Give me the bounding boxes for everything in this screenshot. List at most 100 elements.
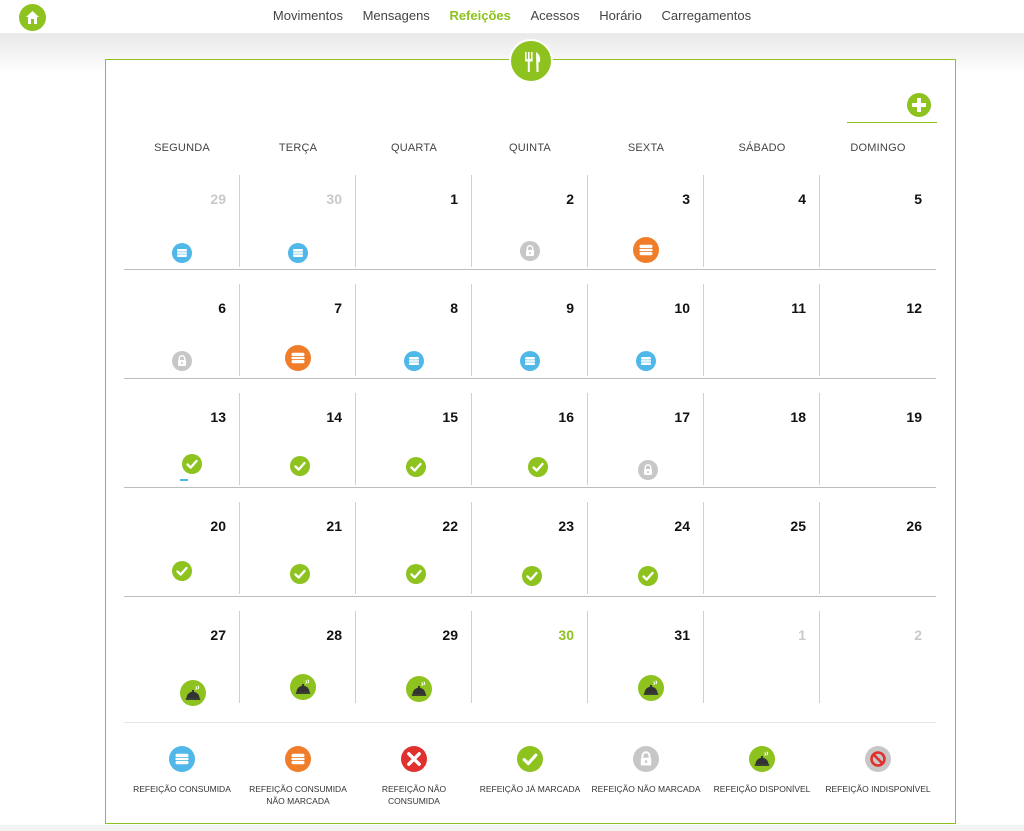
meal-marked-icon[interactable]	[528, 457, 548, 477]
calendar-day-cell[interactable]: 5	[820, 175, 936, 267]
day-number: 4	[798, 191, 806, 207]
calendar-day-cell[interactable]: 6	[124, 284, 240, 376]
calendar-day-cell[interactable]: 2	[820, 611, 936, 703]
meal-marked-icon[interactable]	[182, 454, 202, 474]
calendar-day-cell[interactable]: 31	[588, 611, 704, 703]
calendar-day-cell[interactable]: 27	[124, 611, 240, 706]
calendar-day-cell[interactable]: 18	[704, 393, 820, 485]
day-number: 20	[210, 518, 226, 534]
nav-acessos[interactable]: Acessos	[530, 8, 579, 23]
calendar-day-cell[interactable]: 3	[588, 175, 704, 267]
nav-refeicoes[interactable]: Refeições	[449, 8, 510, 23]
meal-not-marked-lock-icon[interactable]	[172, 351, 192, 371]
day-number: 31	[674, 627, 690, 643]
calendar-day-cell[interactable]: 25	[704, 502, 820, 594]
calendar-day-cell[interactable]: 21	[240, 502, 356, 594]
weekday-header: QUINTA	[509, 142, 551, 154]
calendar-day-cell[interactable]: 19	[820, 393, 936, 485]
meal-not-marked-lock-icon[interactable]	[520, 241, 540, 261]
calendar-day-cell[interactable]: 2	[472, 175, 588, 267]
legend-label: REFEIÇÃO CONSUMIDA NÃO MARCADA	[249, 784, 347, 806]
nav-horario[interactable]: Horário	[599, 8, 642, 23]
meal-consumed-not-marked-icon[interactable]	[633, 237, 659, 263]
legend-item: REFEIÇÃO JÁ MARCADA	[472, 746, 588, 795]
calendar-day-cell[interactable]: 17	[588, 393, 704, 485]
day-number: 1	[798, 627, 806, 643]
top-navigation-bar: Movimentos Mensagens Refeições Acessos H…	[0, 0, 1024, 34]
legend-label: REFEIÇÃO NÃO CONSUMIDA	[381, 784, 447, 806]
meal-consumed-icon[interactable]	[172, 243, 192, 263]
day-number: 19	[906, 409, 922, 425]
calendar-day-cell[interactable]: 1	[704, 611, 820, 703]
day-number: 21	[326, 518, 342, 534]
day-number: 26	[906, 518, 922, 534]
calendar-day-cell[interactable]: 8	[356, 284, 472, 376]
meal-consumed-not-marked-icon[interactable]	[285, 345, 311, 371]
add-underline	[847, 122, 937, 123]
calendar-day-cell[interactable]: 13	[124, 393, 240, 485]
main-nav: Movimentos Mensagens Refeições Acessos H…	[0, 8, 1024, 23]
day-number: 30	[558, 627, 574, 643]
legend-item: REFEIÇÃO INDISPONÍVEL	[820, 746, 936, 795]
meal-consumed-icon[interactable]	[520, 351, 540, 371]
calendar-day-cell[interactable]: 29	[356, 611, 472, 703]
calendar-day-cell[interactable]: 20	[124, 502, 240, 594]
legend-label: REFEIÇÃO JÁ MARCADA	[479, 784, 581, 794]
calendar-day-cell[interactable]: 30	[240, 175, 356, 267]
meal-consumed-icon[interactable]	[636, 351, 656, 371]
legend-item: REFEIÇÃO CONSUMIDA	[124, 746, 240, 795]
calendar-day-cell[interactable]: 24	[588, 502, 704, 594]
calendar-day-cell[interactable]: 16	[472, 393, 588, 485]
day-number: 28	[326, 627, 342, 643]
calendar-day-cell[interactable]: 28	[240, 611, 356, 703]
day-number: 13	[210, 409, 226, 425]
day-number: 29	[210, 191, 226, 207]
nav-mensagens[interactable]: Mensagens	[363, 8, 430, 23]
calendar-day-cell[interactable]: 4	[704, 175, 820, 267]
meal-available-cloche-icon[interactable]	[406, 676, 432, 702]
calendar-day-cell[interactable]: 10	[588, 284, 704, 376]
legend-label: REFEIÇÃO CONSUMIDA	[133, 784, 231, 794]
weekday-header: SÁBADO	[738, 142, 786, 154]
meal-not-marked-lock-icon[interactable]	[638, 460, 658, 480]
meal-marked-icon[interactable]	[406, 564, 426, 584]
calendar-day-cell[interactable]: 23	[472, 502, 588, 594]
nav-carregamentos[interactable]: Carregamentos	[662, 8, 752, 23]
weekday-header: DOMINGO	[850, 142, 906, 154]
meal-marked-icon[interactable]	[638, 566, 658, 586]
meal-marked-icon[interactable]	[406, 457, 426, 477]
legend-item: REFEIÇÃO DISPONÍVEL	[704, 746, 820, 795]
calendar-day-cell[interactable]: 15	[356, 393, 472, 485]
meal-available-cloche-icon[interactable]	[290, 674, 316, 700]
meal-available-cloche-icon[interactable]	[180, 680, 206, 706]
day-number: 22	[442, 518, 458, 534]
meal-available-cloche-icon	[749, 746, 775, 772]
meal-marked-icon[interactable]	[522, 566, 542, 586]
add-meal-button[interactable]	[907, 93, 931, 117]
day-number: 14	[326, 409, 342, 425]
calendar-day-cell[interactable]: 1	[356, 175, 472, 267]
calendar-day-cell[interactable]: 11	[704, 284, 820, 376]
calendar-day-cell[interactable]: 22	[356, 502, 472, 594]
calendar-day-cell[interactable]: 29	[124, 175, 240, 267]
meal-marked-icon[interactable]	[290, 456, 310, 476]
row-divider	[124, 487, 936, 488]
today-indicator	[180, 479, 188, 481]
cutlery-icon	[509, 39, 553, 83]
meal-available-cloche-icon[interactable]	[638, 675, 664, 701]
meal-marked-icon[interactable]	[290, 564, 310, 584]
meal-marked-icon[interactable]	[172, 561, 192, 581]
meal-consumed-icon[interactable]	[404, 351, 424, 371]
calendar-day-cell[interactable]: 9	[472, 284, 588, 376]
day-number: 24	[674, 518, 690, 534]
calendar-day-cell[interactable]: 14	[240, 393, 356, 485]
calendar-day-cell[interactable]: 7	[240, 284, 356, 376]
calendar-day-cell[interactable]: 26	[820, 502, 936, 594]
nav-movimentos[interactable]: Movimentos	[273, 8, 343, 23]
weekday-header: SEXTA	[627, 142, 665, 154]
calendar-day-cell[interactable]: 12	[820, 284, 936, 376]
day-number: 18	[790, 409, 806, 425]
meal-consumed-icon[interactable]	[288, 243, 308, 263]
legend-label: REFEIÇÃO INDISPONÍVEL	[825, 784, 931, 794]
calendar-day-cell[interactable]: 30	[472, 611, 588, 703]
